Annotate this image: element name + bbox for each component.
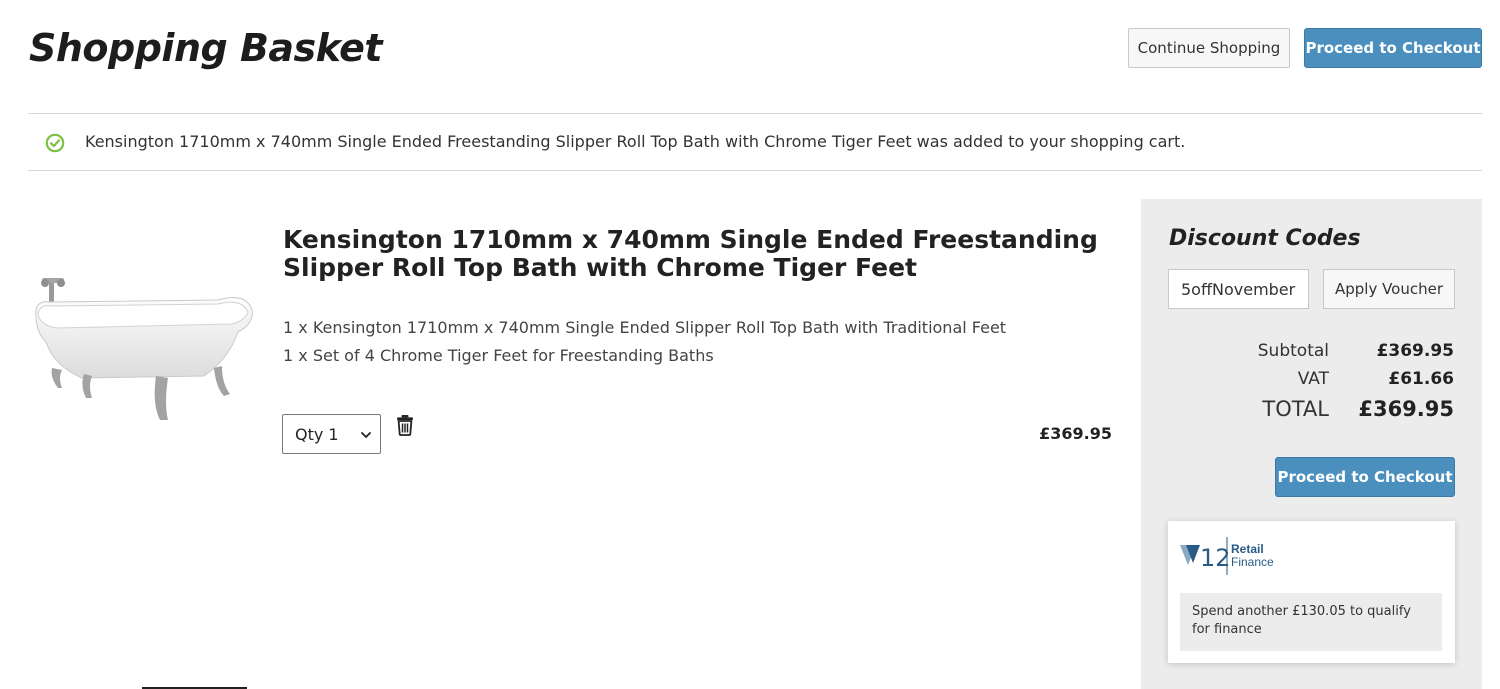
discount-codes-heading: Discount Codes [1169, 226, 1361, 251]
proceed-to-checkout-button-summary[interactable]: Proceed to Checkout [1275, 457, 1455, 497]
svg-text:12: 12 [1200, 544, 1231, 572]
product-image[interactable] [28, 228, 256, 456]
vat-label: VAT [1297, 369, 1329, 389]
subtotal-row: Subtotal £369.95 [1141, 341, 1482, 369]
vat-value: £61.66 [1388, 369, 1454, 389]
subtotal-label: Subtotal [1257, 341, 1329, 361]
apply-voucher-button[interactable]: Apply Voucher [1323, 269, 1455, 309]
finance-logo-line2: Finance [1231, 555, 1274, 569]
added-to-cart-notice: Kensington 1710mm x 740mm Single Ended F… [28, 113, 1482, 171]
total-value: £369.95 [1358, 397, 1454, 421]
subtotal-value: £369.95 [1376, 341, 1454, 361]
voucher-code-input[interactable] [1168, 269, 1309, 309]
chevron-down-icon [361, 432, 371, 438]
continue-shopping-button[interactable]: Continue Shopping [1128, 28, 1290, 68]
quantity-value: Qty 1 [295, 425, 339, 444]
proceed-to-checkout-button[interactable]: Proceed to Checkout [1304, 28, 1482, 68]
total-row: TOTAL £369.95 [1141, 397, 1482, 425]
total-label: TOTAL [1262, 397, 1329, 421]
line-item-price: £369.95 [1039, 424, 1112, 443]
page-title: Shopping Basket [29, 26, 383, 70]
bath-illustration [35, 278, 253, 420]
notice-message: Kensington 1710mm x 740mm Single Ended F… [85, 132, 1186, 151]
component-item: 1 x Kensington 1710mm x 740mm Single End… [283, 318, 1007, 337]
finance-qualify-message: Spend another £130.05 to qualify for fin… [1180, 593, 1442, 651]
vat-row: VAT £61.66 [1141, 369, 1482, 397]
product-components-list: 1 x Kensington 1710mm x 740mm Single End… [283, 314, 1006, 370]
trash-icon[interactable] [395, 414, 415, 436]
v12-retail-finance-logo: 12 Retail Finance [1180, 537, 1274, 575]
quantity-select[interactable]: Qty 1 [282, 414, 381, 454]
component-item: 1 x Set of 4 Chrome Tiger Feet for Frees… [283, 346, 714, 365]
check-circle-icon [45, 133, 65, 153]
finance-logo-line1: Retail [1231, 542, 1264, 556]
finance-card: 12 Retail Finance Spend another £130.05 … [1168, 521, 1455, 663]
order-summary-panel: Discount Codes Apply Voucher Subtotal £3… [1141, 199, 1482, 689]
product-title[interactable]: Kensington 1710mm x 740mm Single Ended F… [283, 226, 1103, 282]
